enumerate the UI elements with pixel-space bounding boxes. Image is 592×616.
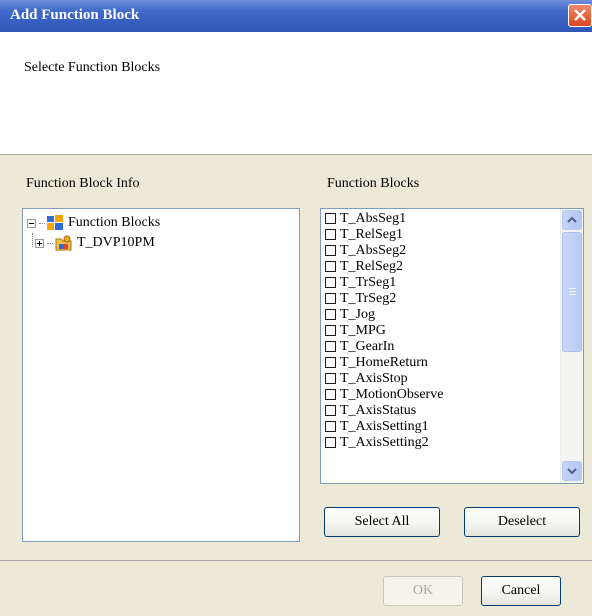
checkbox[interactable] xyxy=(325,229,336,240)
list-item[interactable]: T_AxisStatus xyxy=(325,403,416,418)
tree-label-t-dvp10pm: T_DVP10PM xyxy=(77,235,155,250)
cancel-button[interactable]: Cancel xyxy=(481,576,561,606)
vertical-scrollbar[interactable] xyxy=(560,209,583,483)
list-item[interactable]: T_RelSeg1 xyxy=(325,227,403,242)
tree-node-t-dvp10pm[interactable]: T_DVP10PM xyxy=(35,234,155,252)
footer-divider xyxy=(0,560,592,561)
list-item[interactable]: T_AxisSetting1 xyxy=(325,419,429,434)
checkbox[interactable] xyxy=(325,325,336,336)
checkbox[interactable] xyxy=(325,437,336,448)
window-title: Add Function Block xyxy=(10,7,140,23)
checkbox[interactable] xyxy=(325,213,336,224)
checkbox[interactable] xyxy=(325,341,336,352)
list-item[interactable]: T_AbsSeg1 xyxy=(325,211,406,226)
list-item[interactable]: T_TrSeg1 xyxy=(325,275,396,290)
function-blocks-icon xyxy=(47,215,63,230)
expand-icon[interactable] xyxy=(35,238,44,248)
select-all-button[interactable]: Select All xyxy=(324,507,440,537)
title-bar: Add Function Block xyxy=(0,0,592,32)
checkbox[interactable] xyxy=(325,357,336,368)
function-block-info-label: Function Block Info xyxy=(26,176,140,191)
list-item[interactable]: T_AbsSeg2 xyxy=(325,243,406,258)
chevron-down-icon xyxy=(567,468,577,475)
deselect-button[interactable]: Deselect xyxy=(464,507,580,537)
checkbox[interactable] xyxy=(325,405,336,416)
tree-label-root: Function Blocks xyxy=(68,215,161,230)
checkbox[interactable] xyxy=(325,373,336,384)
scroll-up-button[interactable] xyxy=(562,210,582,230)
ok-button[interactable]: OK xyxy=(383,576,463,606)
checkbox[interactable] xyxy=(325,261,336,272)
chevron-up-icon xyxy=(567,216,577,223)
function-block-tree[interactable]: Function Blocks T_DVP10PM xyxy=(22,208,300,542)
function-blocks-list[interactable]: T_AbsSeg1 T_RelSeg1 T_AbsSeg2 T_RelSeg2 … xyxy=(320,208,584,484)
checkbox[interactable] xyxy=(325,293,336,304)
list-item[interactable]: T_TrSeg2 xyxy=(325,291,396,306)
list-item[interactable]: T_MotionObserve xyxy=(325,387,443,402)
header-text: Selecte Function Blocks xyxy=(24,60,161,75)
scroll-down-button[interactable] xyxy=(562,461,582,481)
scroll-thumb[interactable] xyxy=(562,232,582,352)
checkbox[interactable] xyxy=(325,277,336,288)
header-panel: Selecte Function Blocks xyxy=(0,32,592,155)
list-item[interactable]: T_GearIn xyxy=(325,339,394,354)
close-button[interactable] xyxy=(568,4,592,27)
checkbox[interactable] xyxy=(325,309,336,320)
list-item[interactable]: T_AxisSetting2 xyxy=(325,435,429,450)
checkbox[interactable] xyxy=(325,389,336,400)
close-icon xyxy=(574,9,586,21)
checkbox[interactable] xyxy=(325,421,336,432)
tree-node-root[interactable]: Function Blocks xyxy=(27,214,160,232)
list-item[interactable]: T_AxisStop xyxy=(325,371,408,386)
folder-icon xyxy=(55,235,72,250)
list-item[interactable]: T_RelSeg2 xyxy=(325,259,403,274)
list-item[interactable]: T_HomeReturn xyxy=(325,355,428,370)
collapse-icon[interactable] xyxy=(27,218,36,228)
function-blocks-label: Function Blocks xyxy=(327,176,420,191)
list-item[interactable]: T_Jog xyxy=(325,307,375,322)
list-item[interactable]: T_MPG xyxy=(325,323,386,338)
checkbox[interactable] xyxy=(325,245,336,256)
